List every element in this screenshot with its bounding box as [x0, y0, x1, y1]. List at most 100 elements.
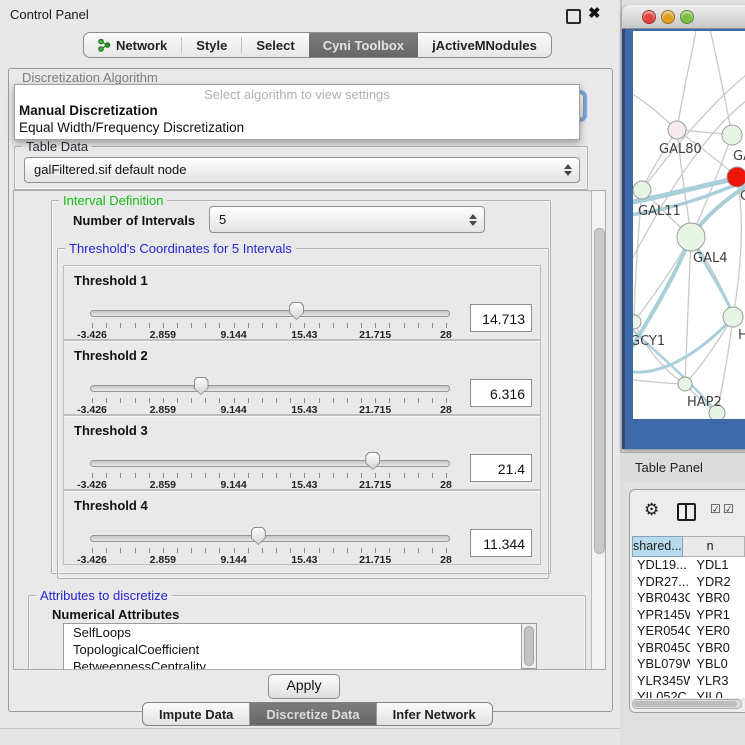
column-header-shared[interactable]: shared...: [632, 536, 683, 557]
tick-mark: [404, 548, 405, 553]
tick-mark: [191, 548, 192, 553]
threshold-2-value-field[interactable]: 6.316: [470, 379, 532, 407]
tab-discretize-data[interactable]: Discretize Data: [250, 703, 376, 725]
table-row[interactable]: YIL052CYIL0: [632, 689, 745, 698]
tick-mark: [361, 473, 362, 478]
tick-mark: [304, 323, 305, 328]
network-node-H[interactable]: [723, 307, 743, 327]
option-equal-width-frequency[interactable]: Equal Width/Frequency Discretization: [19, 120, 244, 135]
table-horizontal-scrollbar[interactable]: [632, 699, 742, 709]
tick-mark: [234, 323, 235, 328]
checkbox-icon[interactable]: ☑: [723, 502, 734, 516]
table-row[interactable]: YER054CYER0: [632, 623, 745, 640]
close-icon[interactable]: ✖: [588, 4, 601, 22]
float-window-icon[interactable]: [566, 9, 581, 24]
mac-close-button[interactable]: [642, 10, 656, 24]
attribute-list-item[interactable]: BetweennessCentrality: [64, 658, 522, 670]
network-node-GAL11[interactable]: [633, 181, 651, 199]
tick-mark: [404, 398, 405, 403]
apply-button[interactable]: Apply: [268, 674, 340, 699]
tab-infer-network[interactable]: Infer Network: [377, 703, 492, 725]
tick-mark: [149, 323, 150, 328]
threshold-2-slider[interactable]: [90, 385, 450, 392]
mac-zoom-button[interactable]: [680, 10, 694, 24]
tick-mark: [191, 323, 192, 328]
attributes-list-scrollbar[interactable]: [521, 623, 537, 669]
column-header-name[interactable]: n: [683, 536, 745, 557]
threshold-3-slider-thumb[interactable]: [365, 452, 380, 470]
tab-jactivemnodules[interactable]: jActiveMNodules: [418, 33, 551, 57]
table-data-label: Table Data: [22, 139, 92, 154]
tick-mark: [333, 473, 334, 478]
tick-mark: [319, 398, 320, 403]
tick-mark: [135, 473, 136, 478]
stepper-icon: [469, 214, 477, 226]
option-manual-discretization[interactable]: Manual Discretization: [19, 103, 158, 118]
tick-mark: [375, 323, 376, 328]
network-canvas[interactable]: GAL80GACGAL11GAL4GCY1HHAP2: [633, 31, 745, 419]
network-node-GCY1[interactable]: [633, 315, 641, 329]
tick-mark: [432, 473, 433, 478]
tab-impute-data[interactable]: Impute Data: [143, 703, 250, 725]
threshold-2-slider-thumb[interactable]: [194, 377, 209, 395]
table-row[interactable]: YBR043CYBR0: [632, 590, 745, 607]
tick-mark: [375, 473, 376, 478]
algorithm-hint: Select algorithm to view settings: [15, 87, 579, 102]
threshold-4-slider-thumb[interactable]: [251, 527, 266, 545]
threshold-1-value-field[interactable]: 14.713: [470, 304, 532, 332]
attribute-list-item[interactable]: SelfLoops: [64, 624, 522, 641]
threshold-4-label: Threshold 4: [74, 498, 148, 513]
tick-mark: [177, 323, 178, 328]
threshold-3-value-field[interactable]: 21.4: [470, 454, 532, 482]
tab-style[interactable]: Style: [182, 33, 241, 57]
tick-mark: [361, 398, 362, 403]
threshold-1-slider-thumb[interactable]: [289, 302, 304, 320]
tick-mark: [191, 473, 192, 478]
threshold-2-label: Threshold 2: [74, 348, 148, 363]
table-data-combo[interactable]: galFiltered.sif default node: [24, 157, 580, 183]
network-node-GAL4[interactable]: [677, 223, 705, 251]
tab-network[interactable]: Network: [84, 33, 181, 57]
tick-mark: [276, 323, 277, 328]
threshold-4-value-field[interactable]: 11.344: [470, 529, 532, 557]
tick-mark: [234, 398, 235, 403]
tab-cyni-toolbox[interactable]: Cyni Toolbox: [309, 33, 418, 57]
table-row[interactable]: YLR345WYLR3: [632, 673, 745, 690]
table-row[interactable]: YPR145WYPR1: [632, 607, 745, 624]
tick-mark: [120, 473, 121, 478]
attributes-group-label: Attributes to discretize: [36, 588, 172, 603]
tick-mark: [389, 473, 390, 478]
gear-icon[interactable]: ⚙: [644, 500, 659, 520]
tick-mark: [418, 398, 419, 403]
threshold-3-slider[interactable]: [90, 460, 450, 467]
tick-mark: [290, 548, 291, 553]
tick-mark: [149, 548, 150, 553]
table-row[interactable]: YDR27...YDR2: [632, 574, 745, 591]
scale-label: 28: [440, 554, 452, 566]
panel-scrollbar[interactable]: [591, 191, 605, 669]
network-window-titlebar[interactable]: [622, 5, 745, 29]
threshold-1-slider[interactable]: [90, 310, 450, 317]
scale-label: 21.715: [359, 554, 391, 566]
attribute-list-item[interactable]: TopologicalCoefficient: [64, 641, 522, 658]
threshold-3-label: Threshold 3: [74, 423, 148, 438]
network-node-C[interactable]: [727, 167, 745, 187]
table-row[interactable]: YBL079WYBL0: [632, 656, 745, 673]
algorithm-dropdown-popup: Select algorithm to view settings Manual…: [14, 84, 580, 140]
scale-label: 2.859: [150, 554, 176, 566]
table-row[interactable]: YBR045CYBR0: [632, 640, 745, 657]
number-of-intervals-combo[interactable]: 5: [209, 206, 485, 233]
split-pane-icon[interactable]: [677, 503, 696, 521]
mac-minimize-button[interactable]: [661, 10, 675, 24]
network-node-GA[interactable]: [722, 125, 742, 145]
network-node-HAP2[interactable]: [678, 377, 692, 391]
checkbox-icon[interactable]: ☑: [710, 502, 721, 516]
tick-mark: [347, 548, 348, 553]
tick-mark: [276, 548, 277, 553]
network-node-GAL80[interactable]: [668, 121, 686, 139]
tab-network-label: Network: [116, 38, 167, 53]
threshold-4-slider[interactable]: [90, 535, 450, 542]
tick-mark: [135, 398, 136, 403]
table-row[interactable]: YDL19...YDL1: [632, 557, 745, 574]
tab-select[interactable]: Select: [242, 33, 308, 57]
